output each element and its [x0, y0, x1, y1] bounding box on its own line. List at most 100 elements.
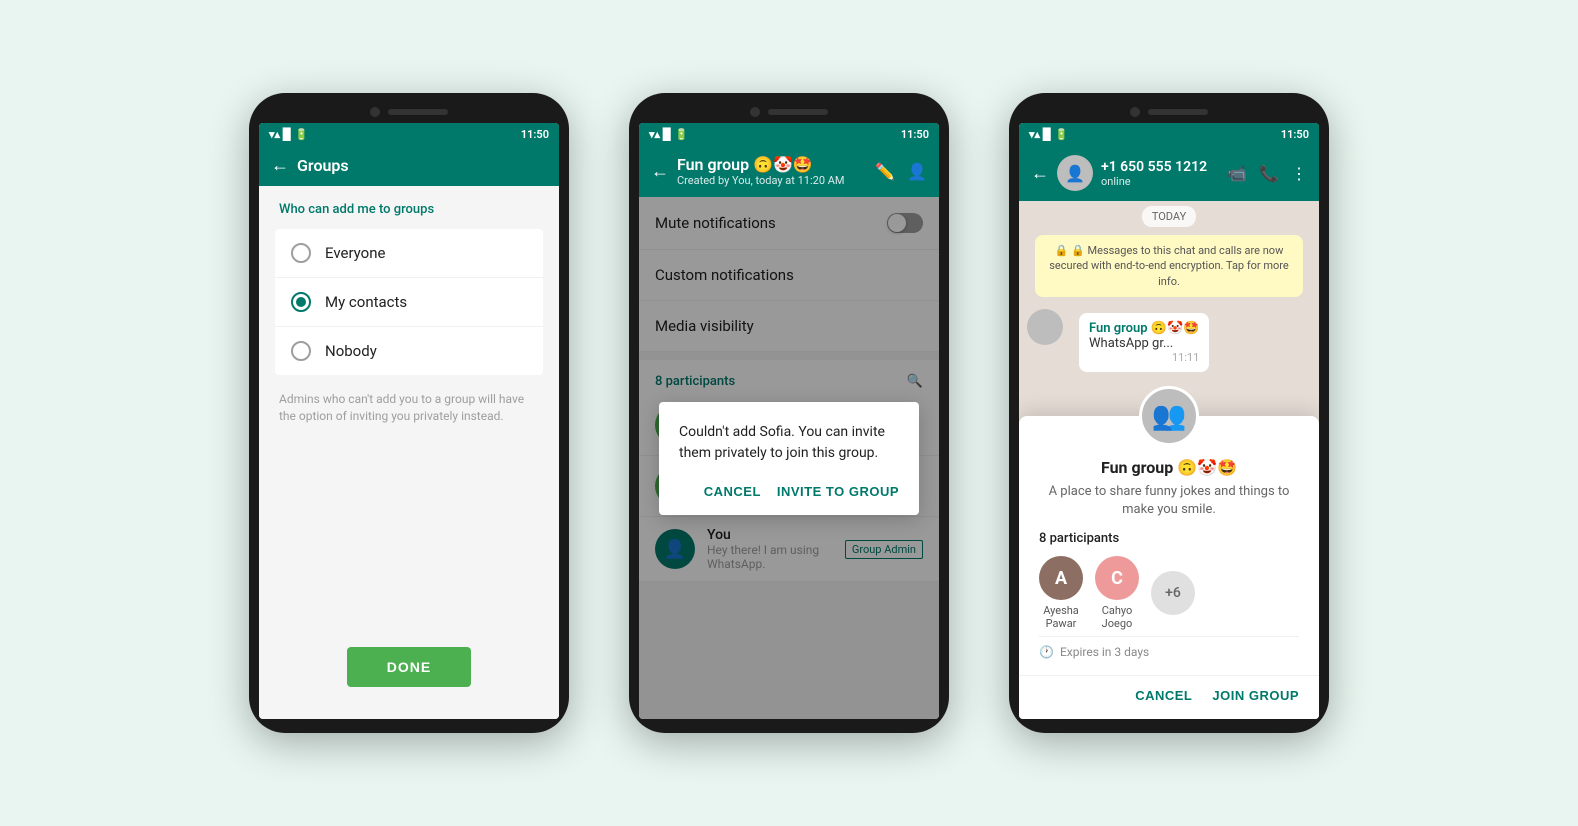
status-bar-3: ▾▴ ▉ 🔋 11:50 [1019, 123, 1319, 145]
chat-message-sub: WhatsApp gr... [1089, 336, 1199, 351]
dialog-invite-button[interactable]: INVITE TO GROUP [777, 480, 899, 503]
radio-circle-nobody [291, 341, 311, 361]
back-button-2[interactable]: ← [651, 161, 669, 182]
ayesha-avatar: A [1039, 556, 1083, 600]
phone-top-1 [259, 107, 559, 117]
back-button-1[interactable]: ← [271, 155, 289, 176]
wifi-icon-3: ▾▴ [1029, 128, 1040, 141]
lock-icon: 🔒 [1055, 244, 1069, 257]
chat-message-row: Fun group 🙃🤡🤩 WhatsApp gr... 11:11 [1027, 309, 1311, 376]
date-label: TODAY [1142, 206, 1196, 227]
radio-everyone[interactable]: Everyone [275, 229, 543, 278]
phone-top-3 [1019, 107, 1319, 117]
group-subtitle: Created by You, today at 11:20 AM [677, 174, 867, 187]
signal-icon-2: ▉ [663, 128, 671, 141]
signal-icon-3: ▉ [1043, 128, 1051, 141]
chat-contact-avatar: 👤 [1057, 155, 1093, 191]
radio-label-nobody: Nobody [325, 342, 377, 360]
status-icons-2: ▾▴ ▉ 🔋 [649, 128, 688, 141]
invite-dialog-group-avatar: 👥 [1139, 386, 1199, 446]
time-2: 11:50 [901, 128, 929, 141]
invite-dialog-body: Fun group 🙃🤡🤩 A place to share funny jok… [1019, 446, 1319, 671]
radio-label-everyone: Everyone [325, 244, 385, 262]
pencil-icon[interactable]: ✏️ [875, 162, 895, 181]
phone-speaker-1 [388, 109, 448, 115]
phone-camera-3 [1130, 107, 1140, 117]
dialog-overlay: Couldn't add Sofia. You can invite them … [639, 197, 939, 719]
invite-actions: CANCEL JOIN GROUP [1019, 675, 1319, 703]
time-1: 11:50 [521, 128, 549, 141]
couldnt-add-dialog: Couldn't add Sofia. You can invite them … [659, 402, 919, 515]
radio-group: Everyone My contacts Nobody [275, 229, 543, 375]
time-3: 11:50 [1281, 128, 1309, 141]
battery-icon-3: 🔋 [1055, 128, 1069, 141]
group-name-header: Fun group 🙃🤡🤩 [677, 155, 867, 174]
phone-screen-3: ▾▴ ▉ 🔋 11:50 ← 👤 +1 650 555 1212 online … [1019, 123, 1319, 719]
chat-message-sender: Fun group 🙃🤡🤩 [1089, 321, 1199, 336]
system-message-text: 🔒 Messages to this chat and calls are no… [1049, 244, 1289, 288]
invite-group-desc: A place to share funny jokes and things … [1039, 483, 1299, 519]
chat-message-avatar [1027, 309, 1063, 345]
more-options-icon[interactable]: ⋮ [1291, 164, 1307, 183]
phone-speaker-3 [1148, 109, 1208, 115]
chat-header: ← 👤 +1 650 555 1212 online 📹 📞 ⋮ [1019, 145, 1319, 201]
invite-participants-label: 8 participants [1039, 531, 1299, 546]
status-bar-1: ▾▴ ▉ 🔋 11:50 [259, 123, 559, 145]
phone-2: ▾▴ ▉ 🔋 11:50 ← Fun group 🙃🤡🤩 Created by … [629, 93, 949, 733]
invite-cancel-button[interactable]: CANCEL [1135, 688, 1192, 703]
radio-nobody[interactable]: Nobody [275, 327, 543, 375]
battery-icon-2: 🔋 [675, 128, 689, 141]
phone-screen-2: ▾▴ ▉ 🔋 11:50 ← Fun group 🙃🤡🤩 Created by … [639, 123, 939, 719]
chat-date: TODAY [1019, 201, 1319, 231]
group-info-header: ← Fun group 🙃🤡🤩 Created by You, today at… [639, 145, 939, 197]
phone-speaker-2 [768, 109, 828, 115]
voice-call-icon[interactable]: 📞 [1259, 164, 1279, 183]
chat-message: Fun group 🙃🤡🤩 WhatsApp gr... 11:11 [1079, 313, 1209, 372]
join-group-button[interactable]: JOIN GROUP [1212, 688, 1299, 703]
phone-camera-1 [370, 107, 380, 117]
section-title-groups: Who can add me to groups [275, 202, 543, 217]
phone-3: ▾▴ ▉ 🔋 11:50 ← 👤 +1 650 555 1212 online … [1009, 93, 1329, 733]
radio-mycontacts[interactable]: My contacts [275, 278, 543, 327]
back-button-3[interactable]: ← [1031, 163, 1049, 184]
clock-icon: 🕐 [1039, 645, 1054, 659]
expires-text: Expires in 3 days [1060, 645, 1149, 659]
invite-dialog: 👥 Fun group 🙃🤡🤩 A place to share funny j… [1019, 416, 1319, 719]
groups-title: Groups [297, 156, 547, 175]
add-person-icon[interactable]: 👤 [907, 162, 927, 181]
status-icons-3: ▾▴ ▉ 🔋 [1029, 128, 1068, 141]
cahyo-avatar: C [1095, 556, 1139, 600]
battery-icon: 🔋 [295, 128, 309, 141]
phone-camera-2 [750, 107, 760, 117]
phone-top-2 [639, 107, 939, 117]
system-message[interactable]: 🔒 🔒 Messages to this chat and calls are … [1035, 235, 1303, 297]
radio-label-mycontacts: My contacts [325, 293, 407, 311]
dialog-actions: CANCEL INVITE TO GROUP [679, 480, 899, 503]
chat-screen: TODAY 🔒 🔒 Messages to this chat and call… [1019, 201, 1319, 719]
extra-count: +6 [1151, 571, 1195, 615]
invite-group-name: Fun group 🙃🤡🤩 [1039, 458, 1299, 477]
group-info-content: Mute notifications Custom notifications … [639, 197, 939, 719]
done-button[interactable]: DONE [347, 647, 471, 687]
done-btn-container: DONE [275, 631, 543, 703]
invite-avatar-cahyo: C CahyoJoego [1095, 556, 1139, 630]
invite-avatars: A AyeshaPawar C CahyoJoego +6 [1039, 556, 1299, 630]
chat-contact-status: online [1101, 175, 1219, 188]
groups-content: Who can add me to groups Everyone My con… [259, 186, 559, 719]
wifi-icon-2: ▾▴ [649, 128, 660, 141]
dialog-cancel-button[interactable]: CANCEL [704, 480, 761, 503]
header-icons-2: ✏️ 👤 [875, 162, 927, 181]
chat-message-time: 11:11 [1089, 351, 1199, 364]
chat-contact-name: +1 650 555 1212 [1101, 159, 1219, 175]
ayesha-name: AyeshaPawar [1043, 604, 1079, 630]
chat-header-icons: 📹 📞 ⋮ [1227, 164, 1307, 183]
cahyo-name: CahyoJoego [1102, 604, 1133, 630]
signal-icon: ▉ [283, 128, 291, 141]
video-call-icon[interactable]: 📹 [1227, 164, 1247, 183]
wifi-icon: ▾▴ [269, 128, 280, 141]
status-icons-1: ▾▴ ▉ 🔋 [269, 128, 308, 141]
phone-1: ▾▴ ▉ 🔋 11:50 ← Groups Who can add me to … [249, 93, 569, 733]
status-bar-2: ▾▴ ▉ 🔋 11:50 [639, 123, 939, 145]
phone-screen-1: ▾▴ ▉ 🔋 11:50 ← Groups Who can add me to … [259, 123, 559, 719]
radio-circle-everyone [291, 243, 311, 263]
